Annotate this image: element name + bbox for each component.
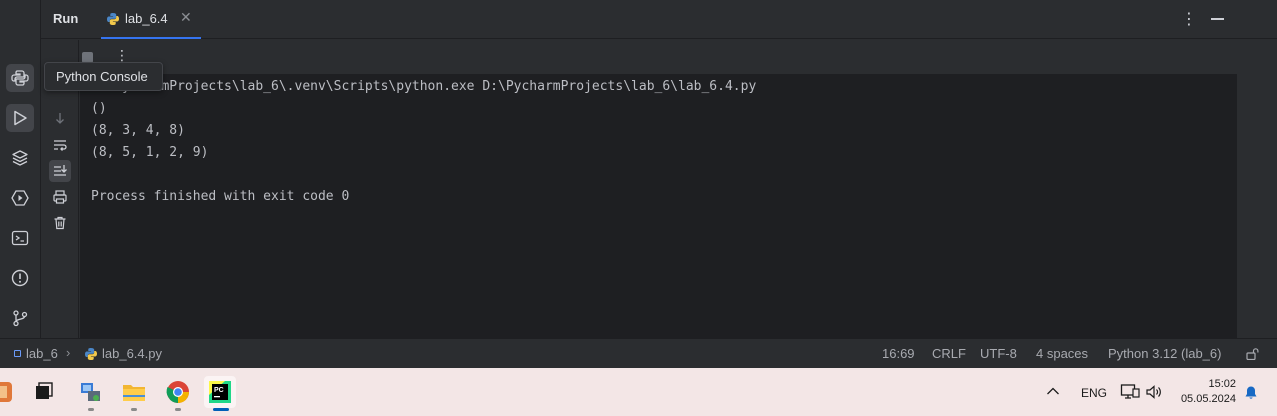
clock-time: 15:02 xyxy=(1208,378,1236,390)
console-line: Process finished with exit code 0 xyxy=(91,189,350,204)
python-file-icon xyxy=(107,13,119,25)
line-separator[interactable]: CRLF xyxy=(932,346,966,361)
minimize-icon[interactable] xyxy=(1211,18,1224,20)
clock-date: 05.05.2024 xyxy=(1180,393,1236,405)
status-bar: lab_6 › lab_6.4.py 16:69 CRLF UTF-8 4 sp… xyxy=(0,338,1277,368)
chevron-up-icon[interactable] xyxy=(1046,386,1060,396)
running-indicator xyxy=(131,408,137,411)
run-toolbar-row: ⋮ xyxy=(41,40,1277,74)
network-app-icon[interactable] xyxy=(75,376,107,408)
close-tab-icon[interactable]: ✕ xyxy=(180,10,192,26)
network-icon[interactable] xyxy=(1120,383,1140,401)
python-console-tooltip: Python Console xyxy=(44,62,163,91)
print-icon[interactable] xyxy=(49,186,71,208)
volume-icon[interactable] xyxy=(1145,384,1163,400)
python-interpreter[interactable]: Python 3.12 (lab_6) xyxy=(1108,346,1221,361)
breadcrumb-file[interactable]: lab_6.4.py xyxy=(102,346,162,361)
tab-label: lab_6.4 xyxy=(125,11,168,26)
pycharm-window: Run lab_6.4 ✕ ⋮ ⋮ D:\PycharmProjects\lab… xyxy=(0,0,1277,368)
input-language[interactable]: ENG xyxy=(1081,386,1107,400)
problems-icon[interactable] xyxy=(6,264,34,292)
tooltip-text: Python Console xyxy=(56,69,148,84)
scroll-to-end-icon[interactable] xyxy=(49,160,71,182)
chrome-icon[interactable] xyxy=(162,376,194,408)
project-icon xyxy=(14,350,21,357)
services-icon[interactable] xyxy=(6,184,34,212)
breadcrumb-project[interactable]: lab_6 xyxy=(26,346,58,361)
windows-taskbar: PC ENG 15:02 05.05.2024 xyxy=(0,368,1277,416)
scroll-down-icon[interactable] xyxy=(49,107,71,129)
console-line: D:\PycharmProjects\lab_6\.venv\Scripts\p… xyxy=(91,79,757,94)
terminal-icon[interactable] xyxy=(6,224,34,252)
system-clock[interactable]: 15:02 05.05.2024 xyxy=(1170,377,1236,407)
soft-wrap-icon[interactable] xyxy=(49,134,71,156)
notification-bell-icon[interactable] xyxy=(1244,385,1258,400)
svg-text:PC: PC xyxy=(214,387,224,394)
caret-position[interactable]: 16:69 xyxy=(882,346,915,361)
python-packages-icon[interactable] xyxy=(6,144,34,172)
console-line: (8, 5, 1, 2, 9) xyxy=(91,145,209,160)
unlock-icon[interactable] xyxy=(1246,348,1260,360)
task-view-icon[interactable] xyxy=(28,376,60,408)
running-indicator xyxy=(175,408,181,411)
file-encoding[interactable]: UTF-8 xyxy=(980,346,1017,361)
clear-all-icon[interactable] xyxy=(49,212,71,234)
git-icon[interactable] xyxy=(6,304,34,332)
active-tab-indicator xyxy=(101,37,201,39)
breadcrumb-separator-icon: › xyxy=(66,345,71,360)
python-file-icon xyxy=(85,348,97,360)
python-console-icon[interactable] xyxy=(6,64,34,92)
run-tool-icon[interactable] xyxy=(6,104,34,132)
file-explorer-icon[interactable] xyxy=(118,376,150,408)
run-panel-header: Run lab_6.4 ✕ ⋮ xyxy=(41,0,1277,39)
pycharm-icon[interactable]: PC xyxy=(204,376,236,408)
more-options-icon[interactable]: ⋮ xyxy=(1181,9,1197,28)
run-panel-title: Run xyxy=(53,11,79,26)
tab-lab-6-4[interactable]: lab_6.4 ✕ xyxy=(101,0,201,39)
taskbar-app-partial-icon[interactable] xyxy=(0,376,18,408)
console-output[interactable]: D:\PycharmProjects\lab_6\.venv\Scripts\p… xyxy=(80,74,1237,338)
scroll-gutter xyxy=(1237,74,1277,338)
tool-window-stripe xyxy=(0,0,41,338)
running-indicator xyxy=(88,408,94,411)
indent-setting[interactable]: 4 spaces xyxy=(1036,346,1088,361)
active-app-indicator xyxy=(213,408,229,411)
console-line: () xyxy=(91,101,107,116)
console-line: (8, 3, 4, 8) xyxy=(91,123,185,138)
